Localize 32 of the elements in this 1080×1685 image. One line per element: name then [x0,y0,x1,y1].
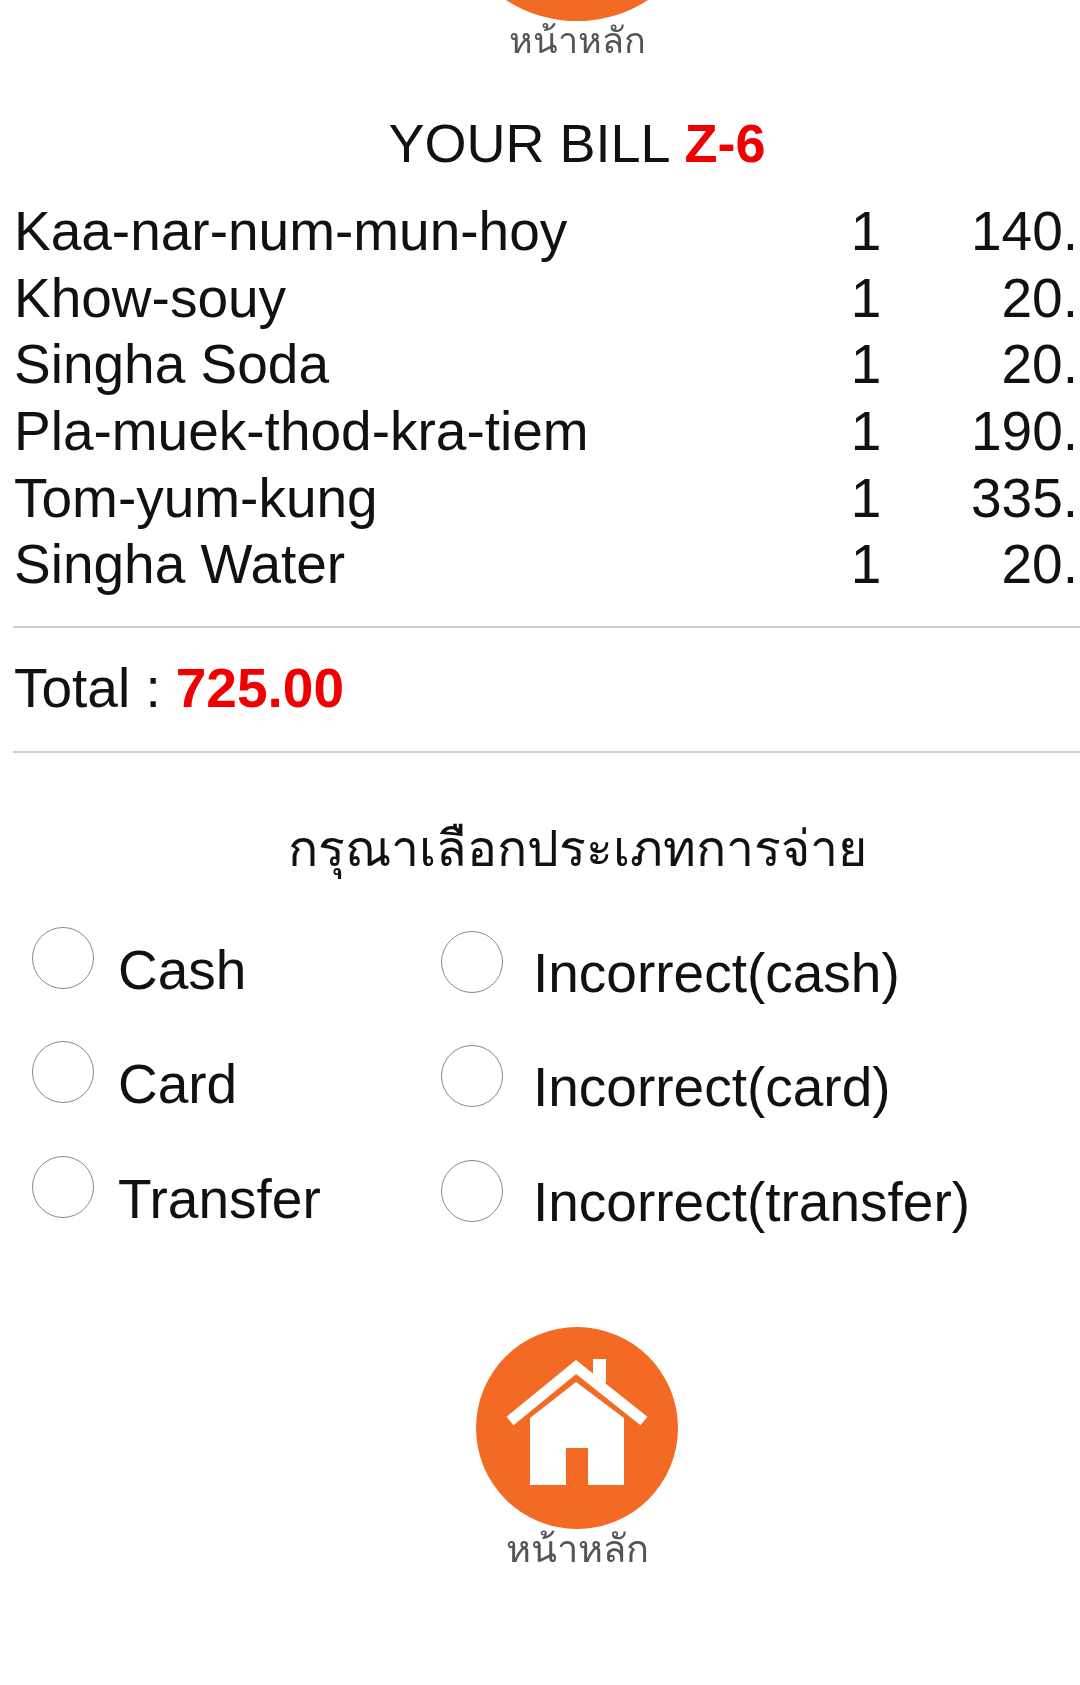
item-price: 140. [970,199,1078,265]
item-name: Khow-souy [14,265,288,331]
item-price: 20. [1001,265,1078,331]
payment-heading: กรุณาเลือกประเภทการจ่าย [287,819,867,881]
item-quantity: 1 [850,332,882,398]
home-button[interactable]: หน้าหลัก [476,1327,678,1570]
radio-label[interactable]: Incorrect(cash) [533,939,900,1006]
item-quantity: 1 [850,199,882,265]
item-name: Kaa-nar-num-mun-hoy [14,199,569,265]
item-quantity: 1 [850,399,882,465]
home-button[interactable]: หน้าหลัก [506,0,648,61]
bill-number: Z-6 [684,112,766,175]
home-icon [476,1327,678,1530]
radio-label[interactable]: Incorrect(transfer) [533,1168,971,1235]
item-price: 335. [970,465,1078,531]
radio-label[interactable]: Incorrect(card) [533,1054,891,1121]
item-name: Singha Water [14,532,347,598]
item-name: Singha Soda [14,332,330,398]
radio-label[interactable]: Cash [118,936,247,1003]
radio-label[interactable]: Transfer [118,1165,321,1232]
total-label: Total : [14,655,161,721]
item-quantity: 1 [850,265,882,331]
item-name: Pla-muek-thod-kra-tiem [14,399,590,465]
item-quantity: 1 [850,532,882,598]
item-name: Tom-yum-kung [14,465,379,531]
total-amount: 725.00 [175,655,344,721]
item-price: 190. [970,399,1078,465]
item-quantity: 1 [850,465,882,531]
item-price: 20. [1001,532,1078,598]
bill-title: YOUR BILL [388,112,671,175]
item-price: 20. [1001,332,1078,398]
radio-label[interactable]: Card [118,1051,238,1118]
